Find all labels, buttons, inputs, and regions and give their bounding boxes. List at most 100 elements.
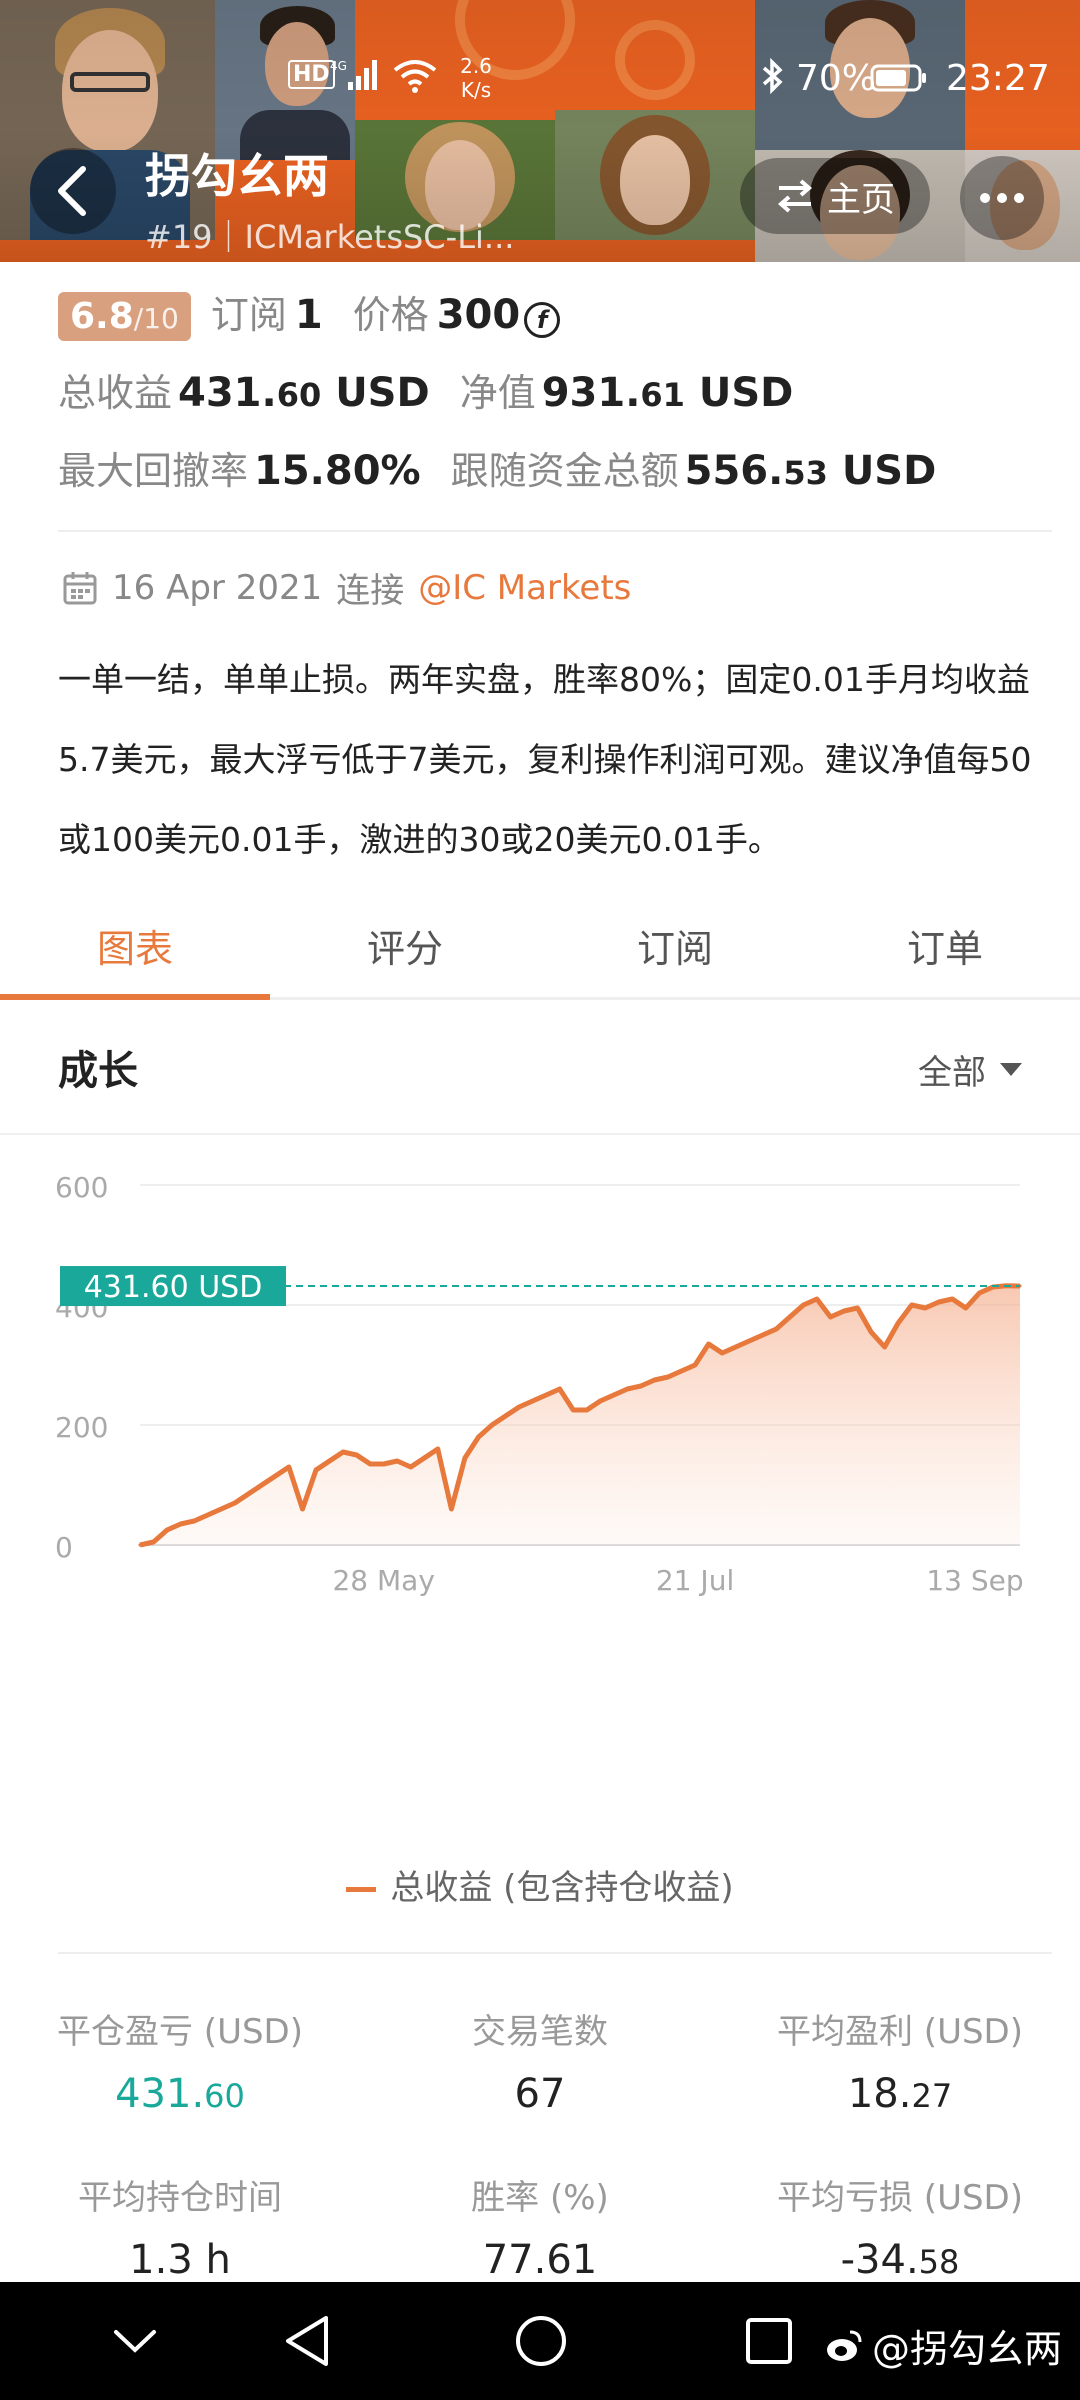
subscribe-label: 订阅 bbox=[210, 293, 287, 337]
data-point bbox=[138, 1543, 142, 1547]
equity-label: 净值 bbox=[459, 371, 536, 415]
more-button[interactable] bbox=[960, 156, 1044, 240]
price-label: 价格 bbox=[352, 293, 429, 337]
data-point bbox=[382, 1462, 386, 1466]
section-divider bbox=[0, 1133, 1080, 1135]
data-point bbox=[165, 1528, 169, 1532]
current-value-label: 431.60 USD bbox=[84, 1270, 263, 1305]
battery-icon bbox=[870, 62, 928, 103]
trades-label: 交易笔数 bbox=[472, 2012, 608, 2052]
total-profit-value: 431.60 USD bbox=[178, 370, 430, 416]
clock: 23:27 bbox=[946, 58, 1050, 99]
avg-profit-label: 平均盈利 (USD) bbox=[777, 2012, 1023, 2052]
total-profit-label: 总收益 bbox=[58, 371, 173, 415]
x-tick-label: 13 Sep bbox=[926, 1564, 1023, 1597]
bluetooth-icon bbox=[760, 57, 786, 103]
data-point bbox=[625, 1387, 629, 1391]
y-tick-label: 200 bbox=[55, 1411, 108, 1444]
wifi-icon bbox=[392, 58, 438, 103]
tab-subscribe[interactable]: 订阅 bbox=[540, 900, 810, 997]
data-point bbox=[842, 1309, 846, 1313]
data-point bbox=[246, 1492, 250, 1496]
closed-pnl-value: 431.60 bbox=[115, 2071, 245, 2117]
watermark: @拐勾幺两 bbox=[824, 2318, 1062, 2373]
calendar-icon bbox=[63, 571, 97, 604]
data-point bbox=[585, 1408, 589, 1412]
data-point bbox=[896, 1321, 900, 1325]
data-point bbox=[179, 1522, 183, 1526]
drawdown-row: 最大回撤率 15.80% 跟随资金总额 556.53 USD bbox=[58, 440, 936, 495]
win-rate-label: 胜率 (%) bbox=[471, 2178, 609, 2218]
system-nav-bar: @拐勾幺两 bbox=[0, 2282, 1080, 2400]
data-point bbox=[747, 1339, 751, 1343]
swap-icon bbox=[777, 179, 813, 213]
data-point bbox=[598, 1399, 602, 1403]
score-badge: 6.8/10 bbox=[58, 292, 191, 341]
tab-bar: 图表 评分 订阅 订单 bbox=[0, 900, 1080, 1000]
chevron-left-icon bbox=[58, 166, 86, 216]
hd-indicator: HD bbox=[288, 60, 335, 89]
chevron-down-icon[interactable] bbox=[112, 2326, 158, 2356]
closed-pnl-label: 平仓盈亏 (USD) bbox=[57, 2012, 303, 2052]
stats-divider bbox=[58, 1952, 1052, 1954]
growth-chart: 600400200028 May 21 Jul 13 Sep 431.60 USD bbox=[55, 1171, 1024, 1597]
home-label: 主页 bbox=[827, 179, 895, 220]
area-fill bbox=[140, 1285, 1020, 1545]
back-button[interactable] bbox=[30, 148, 116, 234]
data-point bbox=[300, 1507, 304, 1511]
metric-avg-hold: 平均持仓时间 1.3 h bbox=[0, 2170, 360, 2283]
data-point bbox=[666, 1375, 670, 1379]
data-point bbox=[273, 1474, 277, 1478]
data-point bbox=[260, 1483, 264, 1487]
coin-icon: f bbox=[524, 302, 561, 338]
max-drawdown-label: 最大回撤率 bbox=[58, 449, 249, 493]
data-point bbox=[923, 1306, 927, 1310]
network-speed: 2.6 K/s bbox=[460, 54, 492, 102]
data-point bbox=[409, 1465, 413, 1469]
profile-banner: HD 4G 2.6 K/s 70% 23:27 拐勾幺两 #19｜ICMarke… bbox=[0, 0, 1080, 262]
tab-chart[interactable]: 图表 bbox=[0, 900, 270, 1000]
nav-back-icon[interactable] bbox=[282, 2314, 332, 2368]
avg-hold-value: 1.3 h bbox=[129, 2237, 231, 2283]
data-point bbox=[449, 1507, 453, 1511]
data-point bbox=[355, 1453, 359, 1457]
signal-icon: 4G bbox=[330, 58, 378, 101]
metric-avg-profit: 平均盈利 (USD) 18.27 bbox=[720, 2004, 1080, 2117]
data-point bbox=[341, 1450, 345, 1454]
data-point bbox=[788, 1315, 792, 1319]
tab-orders[interactable]: 订单 bbox=[810, 900, 1080, 997]
rank-account: #19｜ICMarketsSC-Li... bbox=[145, 218, 515, 256]
chart-legend: 总收益 (包含持仓收益) bbox=[0, 1860, 1080, 1909]
data-point bbox=[395, 1459, 399, 1463]
data-point bbox=[828, 1315, 832, 1319]
range-filter[interactable]: 全部 bbox=[918, 1045, 1022, 1094]
weibo-icon bbox=[826, 2330, 862, 2361]
data-point bbox=[856, 1306, 860, 1310]
data-point bbox=[422, 1456, 426, 1460]
nav-home-icon[interactable] bbox=[514, 2314, 568, 2368]
range-filter-label: 全部 bbox=[918, 1053, 986, 1093]
trader-name: 拐勾幺两 bbox=[145, 149, 329, 203]
data-point bbox=[815, 1297, 819, 1301]
data-point bbox=[977, 1291, 981, 1295]
data-point bbox=[720, 1351, 724, 1355]
battery-percent: 70% bbox=[796, 58, 877, 99]
nav-recents-icon[interactable] bbox=[744, 2316, 794, 2366]
rating-row: 6.8/10 订阅 1 价格 300 f bbox=[58, 284, 561, 341]
avg-hold-label: 平均持仓时间 bbox=[78, 2178, 282, 2218]
strategy-description: 一单一结，单单止损。两年实盘，胜率80%；固定0.01手月均收益5.7美元，最大… bbox=[58, 660, 1032, 859]
home-button[interactable]: 主页 bbox=[740, 158, 930, 234]
data-point bbox=[192, 1519, 196, 1523]
divider bbox=[58, 530, 1052, 532]
svg-text:4G: 4G bbox=[330, 59, 347, 73]
data-point bbox=[287, 1465, 291, 1469]
data-point bbox=[612, 1393, 616, 1397]
tab-rating[interactable]: 评分 bbox=[270, 900, 540, 997]
subscribe-count: 1 bbox=[294, 292, 323, 338]
broker-link[interactable]: @IC Markets bbox=[418, 568, 631, 608]
max-drawdown-value: 15.80% bbox=[254, 448, 421, 494]
metric-closed-pnl: 平仓盈亏 (USD) 431.60 bbox=[0, 2004, 360, 2117]
data-point bbox=[558, 1387, 562, 1391]
data-point bbox=[937, 1300, 941, 1304]
follow-funds-label: 跟随资金总额 bbox=[450, 449, 679, 493]
